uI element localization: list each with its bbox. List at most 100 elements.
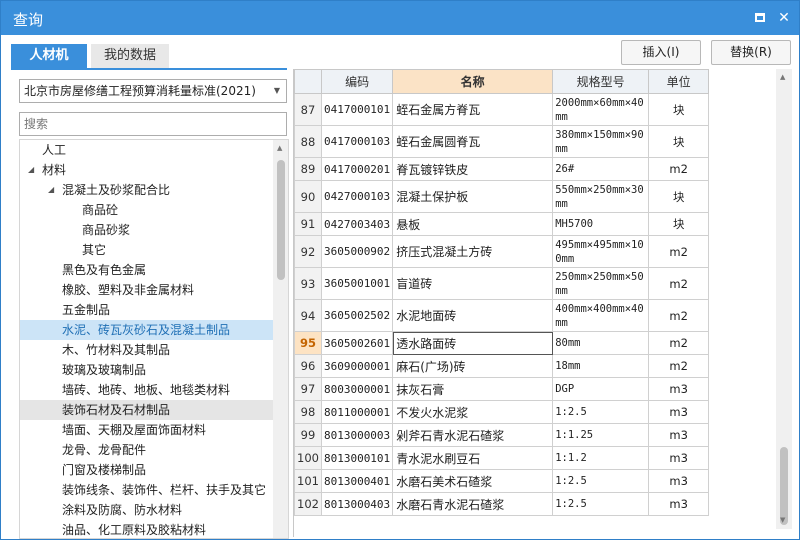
tree-item[interactable]: 商品砂浆 <box>20 220 273 240</box>
cell-name[interactable]: 透水路面砖 <box>392 331 554 355</box>
table-row[interactable]: 95 3605002601 透水路面砖 80mm m2 <box>294 331 710 355</box>
row-number[interactable]: 93 <box>294 267 322 300</box>
column-header-spec[interactable]: 规格型号 <box>552 69 650 94</box>
cell-name[interactable]: 水磨石美术石碴浆 <box>392 469 554 493</box>
row-number[interactable]: 92 <box>294 235 322 268</box>
cell-spec[interactable]: 80mm <box>552 331 650 355</box>
tree-item[interactable]: 人工 <box>20 140 273 160</box>
scroll-up-icon[interactable]: ▲ <box>780 73 785 81</box>
cell-unit[interactable]: m2 <box>648 157 710 181</box>
cell-spec[interactable]: 250mm×250mm×50mm <box>552 267 650 300</box>
expand-arrow-icon[interactable]: ◢ <box>28 160 34 180</box>
cell-name[interactable]: 脊瓦镀锌铁皮 <box>392 157 554 181</box>
table-row[interactable]: 87 0417000101 蛭石金属方脊瓦 2000mm×60mm×40mm 块 <box>294 93 710 126</box>
cell-name[interactable]: 蛭石金属圆脊瓦 <box>392 125 554 158</box>
insert-button[interactable]: 插入(I) <box>621 40 701 65</box>
cell-unit[interactable]: m2 <box>648 331 710 355</box>
cell-code[interactable]: 0427003403 <box>320 212 394 236</box>
replace-button[interactable]: 替换(R) <box>711 40 791 65</box>
cell-name[interactable]: 麻石(广场)砖 <box>392 354 554 378</box>
column-header-rownum[interactable] <box>294 69 322 94</box>
cell-code[interactable]: 8013000403 <box>320 492 394 516</box>
table-row[interactable]: 90 0427000103 混凝土保护板 550mm×250mm×30mm 块 <box>294 180 710 213</box>
cell-code[interactable]: 0427000103 <box>320 180 394 213</box>
cell-code[interactable]: 8011000001 <box>320 400 394 424</box>
tree-item[interactable]: 商品砼 <box>20 200 273 220</box>
column-header-name[interactable]: 名称 <box>392 69 554 94</box>
table-row[interactable]: 100 8013000101 青水泥水刷豆石 1:1.2 m3 <box>294 446 710 470</box>
row-number[interactable]: 101 <box>294 469 322 493</box>
cell-code[interactable]: 8013000401 <box>320 469 394 493</box>
cell-unit[interactable]: m2 <box>648 299 710 332</box>
cell-code[interactable]: 3605001001 <box>320 267 394 300</box>
cell-unit[interactable]: m3 <box>648 446 710 470</box>
tree-item[interactable]: 其它 <box>20 240 273 260</box>
cell-unit[interactable]: m3 <box>648 423 710 447</box>
cell-spec[interactable]: MH5700 <box>552 212 650 236</box>
cell-code[interactable]: 0417000201 <box>320 157 394 181</box>
cell-code[interactable]: 8013000101 <box>320 446 394 470</box>
tree-item[interactable]: 墙面、天棚及屋面饰面材料 <box>20 420 273 440</box>
cell-spec[interactable]: 1:1.25 <box>552 423 650 447</box>
cell-name[interactable]: 水磨石青水泥石碴浆 <box>392 492 554 516</box>
cell-name[interactable]: 混凝土保护板 <box>392 180 554 213</box>
cell-spec[interactable]: 495mm×495mm×100mm <box>552 235 650 268</box>
cell-spec[interactable]: 400mm×400mm×40mm <box>552 299 650 332</box>
tree-item[interactable]: 装饰线条、装饰件、栏杆、扶手及其它 <box>20 480 273 500</box>
cell-spec[interactable]: 1:2.5 <box>552 469 650 493</box>
cell-unit[interactable]: 块 <box>648 180 710 213</box>
close-button[interactable]: ✕ <box>775 9 793 27</box>
cell-name[interactable]: 悬板 <box>392 212 554 236</box>
tree-item[interactable]: 墙砖、地砖、地板、地毯类材料 <box>20 380 273 400</box>
tree-scroll-thumb[interactable] <box>277 160 285 280</box>
row-number[interactable]: 102 <box>294 492 322 516</box>
grid-scrollbar[interactable]: ▲ ▼ <box>776 69 792 529</box>
cell-spec[interactable]: 550mm×250mm×30mm <box>552 180 650 213</box>
table-row[interactable]: 88 0417000103 蛭石金属圆脊瓦 380mm×150mm×90mm 块 <box>294 125 710 158</box>
table-row[interactable]: 98 8011000001 不发火水泥浆 1:2.5 m3 <box>294 400 710 424</box>
cell-name[interactable]: 抹灰石膏 <box>392 377 554 401</box>
tree-item[interactable]: 装饰石材及石材制品 <box>20 400 273 420</box>
cell-name[interactable]: 剁斧石青水泥石碴浆 <box>392 423 554 447</box>
cell-name[interactable]: 挤压式混凝土方砖 <box>392 235 554 268</box>
standard-select[interactable]: 北京市房屋修缮工程预算消耗量标准(2021) ▼ <box>19 79 287 103</box>
row-number[interactable]: 94 <box>294 299 322 332</box>
cell-spec[interactable]: 26# <box>552 157 650 181</box>
tree-item[interactable]: 玻璃及玻璃制品 <box>20 360 273 380</box>
tree-item[interactable]: 五金制品 <box>20 300 273 320</box>
table-row[interactable]: 89 0417000201 脊瓦镀锌铁皮 26# m2 <box>294 157 710 181</box>
tree-item[interactable]: 黑色及有色金属 <box>20 260 273 280</box>
cell-spec[interactable]: 1:1.2 <box>552 446 650 470</box>
cell-spec[interactable]: 18mm <box>552 354 650 378</box>
row-number[interactable]: 89 <box>294 157 322 181</box>
cell-unit[interactable]: m3 <box>648 492 710 516</box>
row-number[interactable]: 95 <box>294 331 322 355</box>
row-number[interactable]: 96 <box>294 354 322 378</box>
tree-item[interactable]: 油品、化工原料及胶粘材料 <box>20 520 273 538</box>
cell-unit[interactable]: m2 <box>648 354 710 378</box>
tree-item[interactable]: 木、竹材料及其制品 <box>20 340 273 360</box>
scroll-down-icon[interactable]: ▼ <box>780 516 785 524</box>
table-row[interactable]: 91 0427003403 悬板 MH5700 块 <box>294 212 710 236</box>
tree-item[interactable]: ◢ 材料 <box>20 160 273 180</box>
column-header-code[interactable]: 编码 <box>320 69 394 94</box>
cell-unit[interactable]: 块 <box>648 125 710 158</box>
table-row[interactable]: 101 8013000401 水磨石美术石碴浆 1:2.5 m3 <box>294 469 710 493</box>
table-row[interactable]: 102 8013000403 水磨石青水泥石碴浆 1:2.5 m3 <box>294 492 710 516</box>
expand-arrow-icon[interactable]: ◢ <box>48 180 54 200</box>
cell-unit[interactable]: m2 <box>648 267 710 300</box>
cell-code[interactable]: 8013000003 <box>320 423 394 447</box>
table-row[interactable]: 92 3605000902 挤压式混凝土方砖 495mm×495mm×100mm m2 <box>294 235 710 268</box>
cell-spec[interactable]: 1:2.5 <box>552 400 650 424</box>
cell-unit[interactable]: 块 <box>648 212 710 236</box>
tree-scrollbar[interactable]: ▲ <box>273 140 288 538</box>
row-number[interactable]: 91 <box>294 212 322 236</box>
cell-code[interactable]: 0417000103 <box>320 125 394 158</box>
cell-name[interactable]: 青水泥水刷豆石 <box>392 446 554 470</box>
grid-scroll-thumb[interactable] <box>780 447 788 525</box>
row-number[interactable]: 97 <box>294 377 322 401</box>
tab-rencaiji[interactable]: 人材机 <box>11 44 87 68</box>
table-row[interactable]: 97 8003000001 抹灰石膏 DGP m3 <box>294 377 710 401</box>
cell-name[interactable]: 盲道砖 <box>392 267 554 300</box>
cell-spec[interactable]: 380mm×150mm×90mm <box>552 125 650 158</box>
